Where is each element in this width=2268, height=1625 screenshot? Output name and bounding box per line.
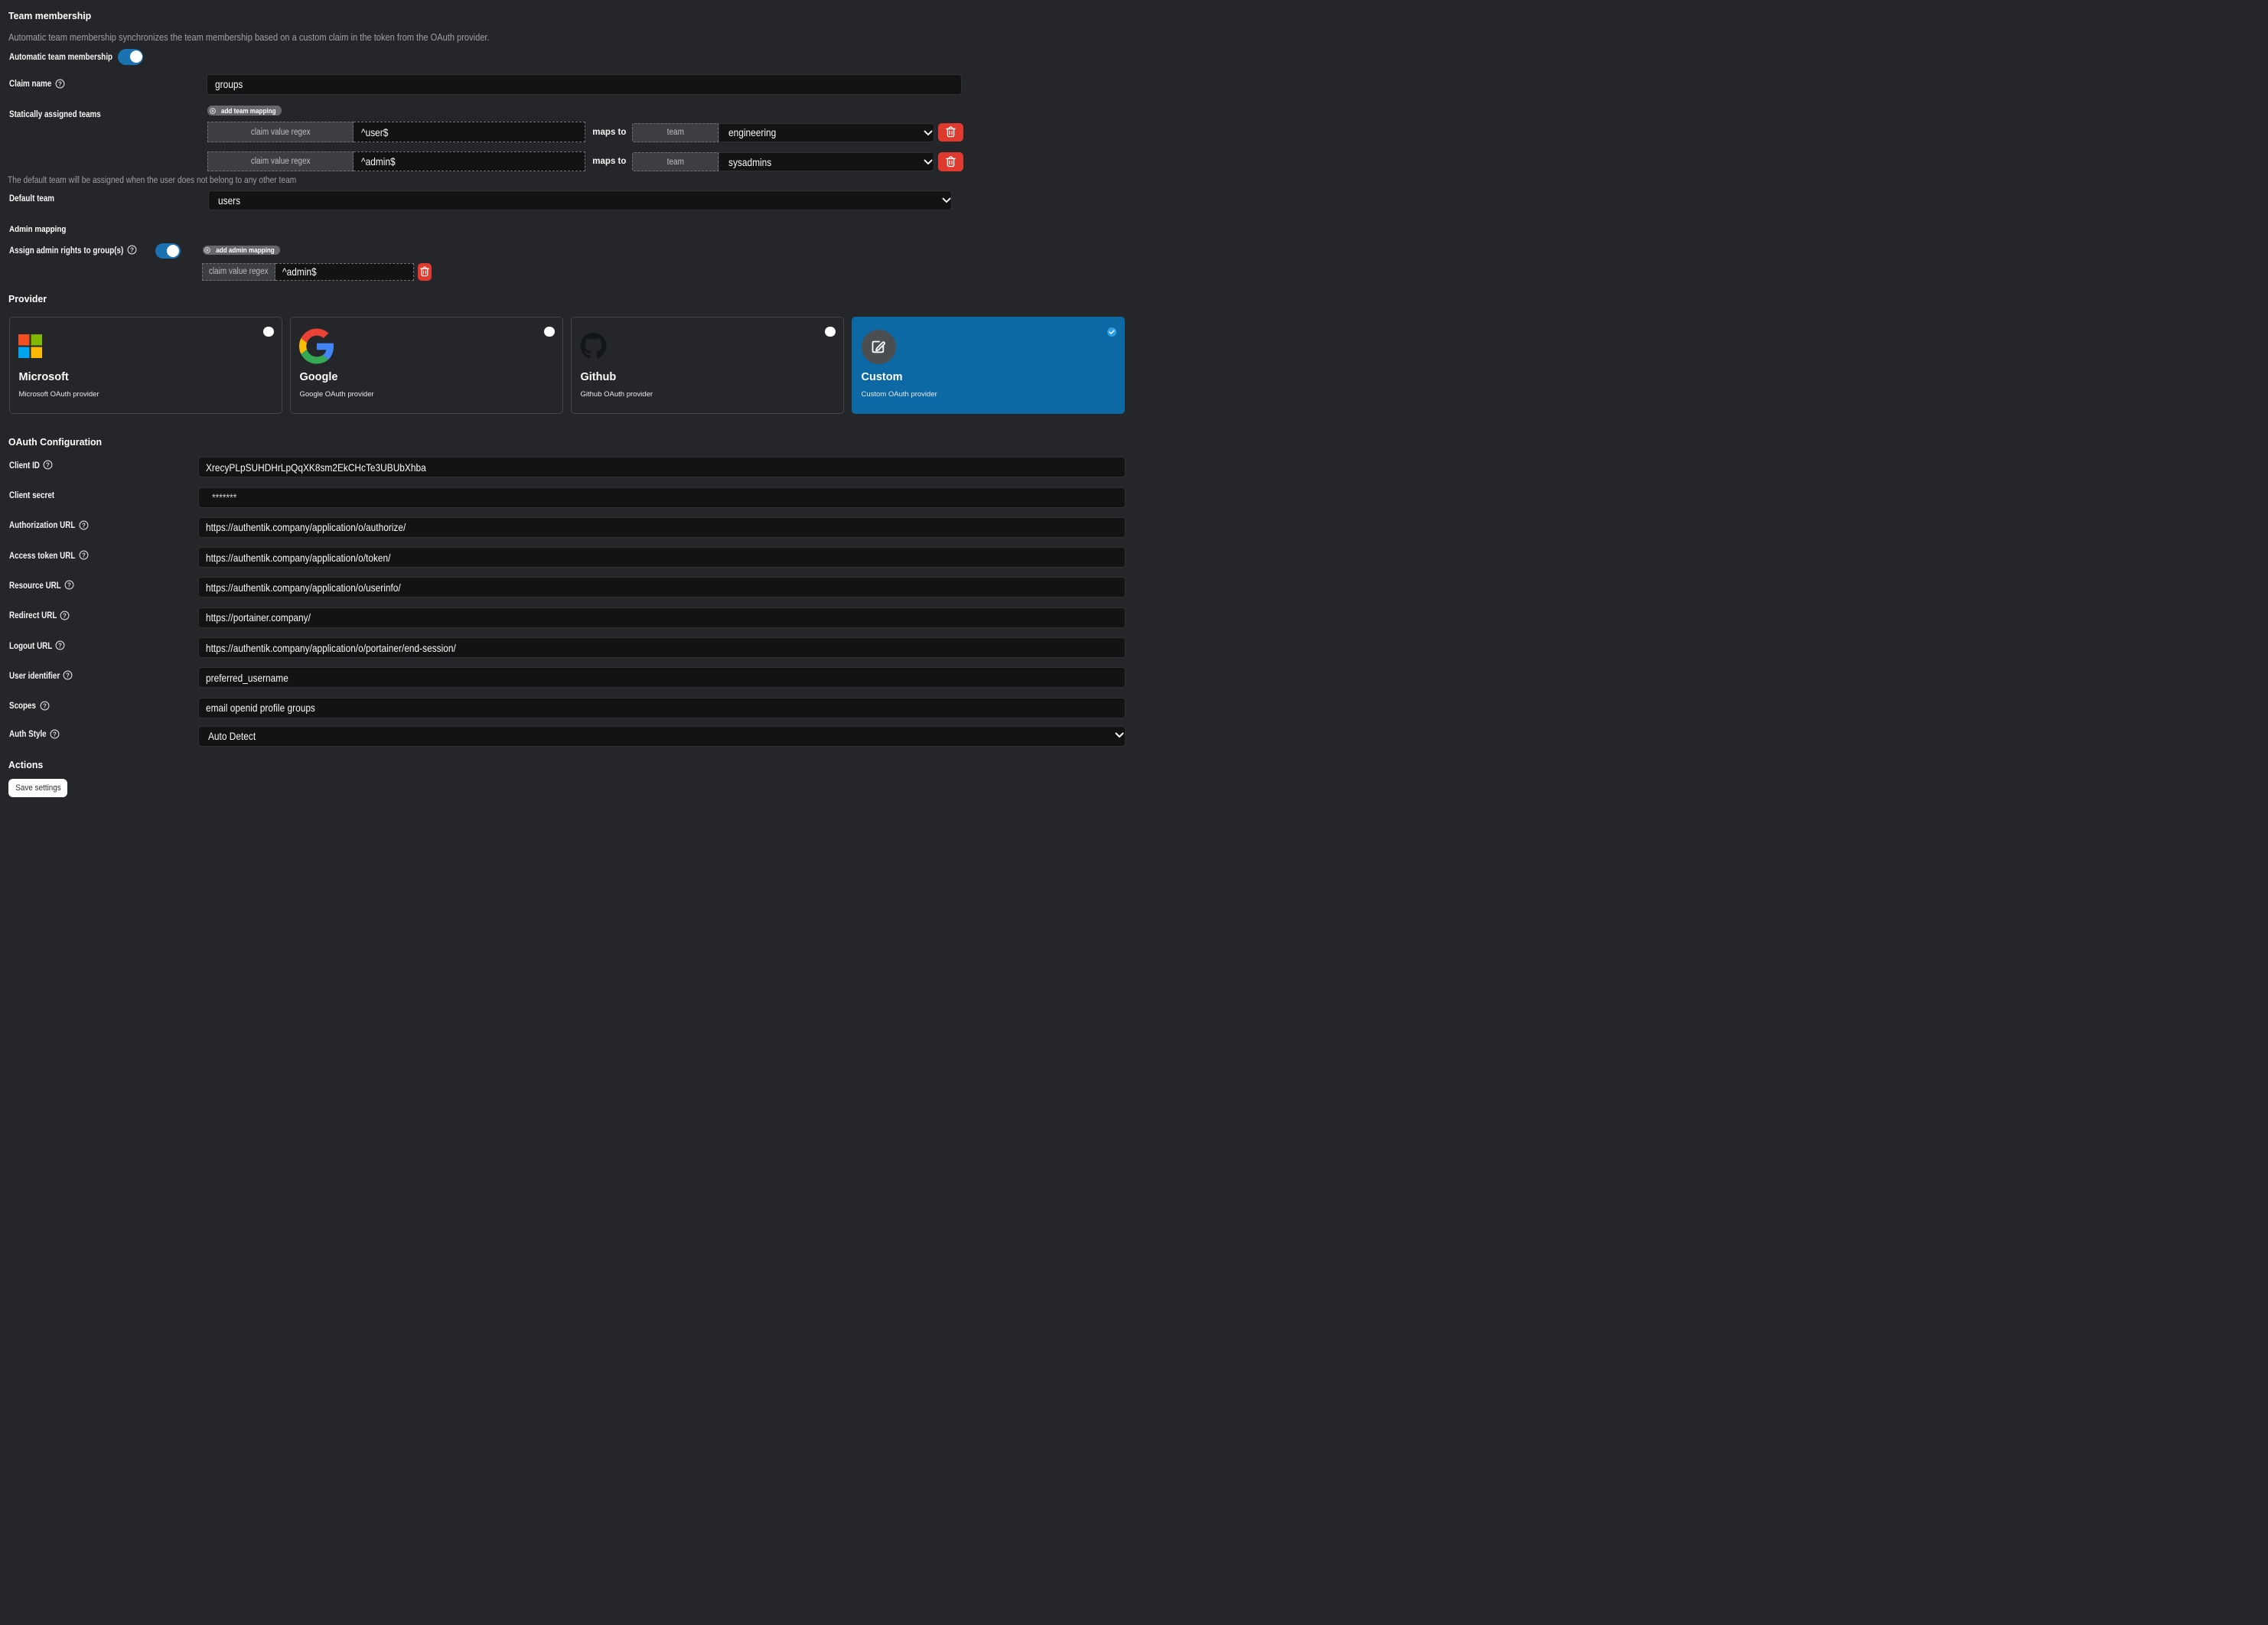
svg-text:?: ? [53, 731, 57, 738]
svg-text:?: ? [43, 702, 47, 709]
svg-text:?: ? [82, 522, 86, 529]
svg-text:?: ? [58, 642, 62, 649]
svg-text:?: ? [66, 672, 70, 679]
svg-text:?: ? [130, 246, 134, 253]
svg-text:?: ? [67, 582, 71, 589]
svg-text:?: ? [46, 461, 50, 468]
svg-text:?: ? [82, 552, 86, 558]
svg-text:?: ? [58, 80, 62, 87]
svg-text:?: ? [63, 612, 67, 619]
